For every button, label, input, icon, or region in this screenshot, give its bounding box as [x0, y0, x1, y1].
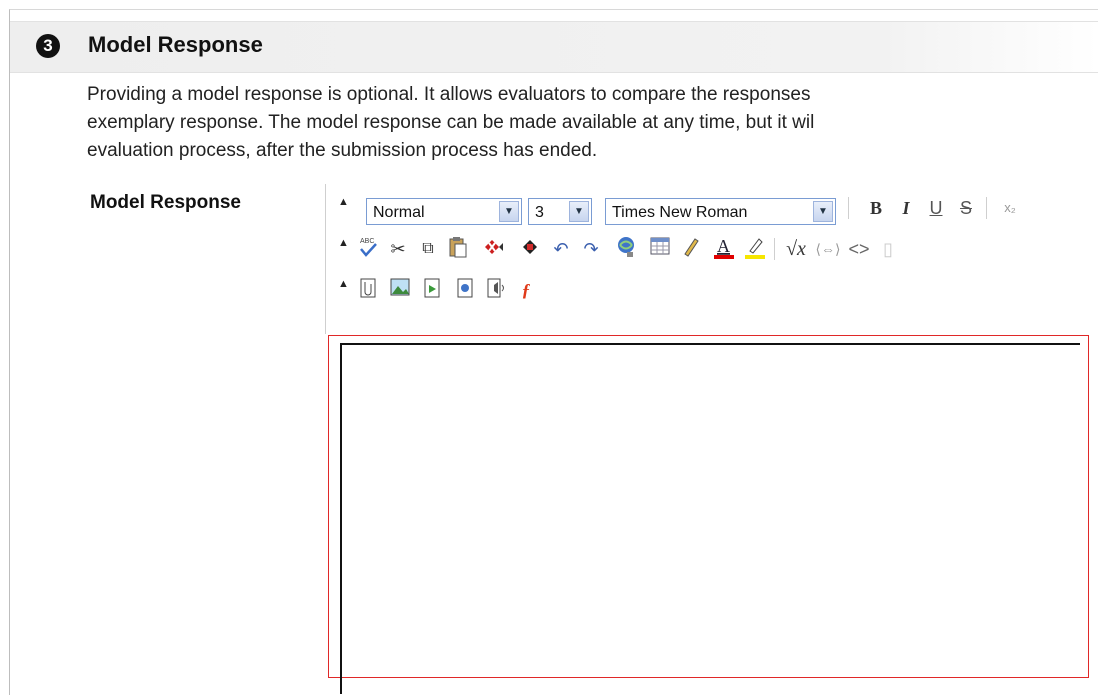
html-icon[interactable]: <>: [845, 235, 873, 263]
special-char-icon[interactable]: [516, 235, 544, 263]
attach-file-icon[interactable]: [354, 276, 382, 304]
document-icon[interactable]: ▯: [874, 235, 902, 263]
svg-text:A: A: [717, 236, 730, 256]
font-size-select[interactable]: 3 ▼: [528, 198, 592, 225]
collapse-row2-icon[interactable]: ▲: [338, 237, 349, 249]
image-icon[interactable]: [386, 276, 414, 304]
section-header: 3 Model Response: [10, 21, 1098, 73]
spellcheck-icon[interactable]: ABC: [354, 235, 382, 263]
link-icon[interactable]: [613, 235, 641, 263]
collapse-row1-icon[interactable]: ▲: [338, 196, 349, 208]
editor-toolbar: ▲ Normal ▼ 3 ▼ Times New Roman ▼ B I U S…: [325, 184, 1098, 334]
italic-button[interactable]: I: [892, 194, 920, 222]
toolbar-row-3: ▲ ƒ: [326, 271, 1098, 307]
math-icon[interactable]: √x: [782, 235, 810, 263]
toolbar-row-1: ▲ Normal ▼ 3 ▼ Times New Roman ▼ B I U S…: [326, 189, 1098, 225]
undo-icon[interactable]: ↶: [547, 235, 575, 263]
toolbar-separator: [848, 197, 849, 219]
strikethrough-button[interactable]: S: [952, 194, 980, 222]
underline-button[interactable]: U: [922, 194, 950, 222]
media-icon[interactable]: [418, 276, 446, 304]
audio-icon[interactable]: [483, 276, 511, 304]
redo-icon[interactable]: ↷: [577, 235, 605, 263]
toolbar-separator: [774, 238, 775, 260]
chevron-down-icon: ▼: [569, 201, 589, 222]
cut-icon[interactable]: ✂: [384, 235, 412, 263]
embed-icon[interactable]: ⟨⇔⟩: [814, 235, 842, 263]
table-icon[interactable]: [646, 235, 674, 263]
bold-button[interactable]: B: [862, 194, 890, 222]
editor-content-area[interactable]: [340, 343, 1080, 694]
step-number-badge: 3: [36, 34, 60, 58]
pencil-icon[interactable]: [677, 235, 705, 263]
document-icon[interactable]: [451, 276, 479, 304]
font-family-select[interactable]: Times New Roman ▼: [605, 198, 836, 225]
font-color-icon[interactable]: A: [710, 235, 738, 263]
text-fade-overlay: [930, 75, 1098, 175]
format-select[interactable]: Normal ▼: [366, 198, 522, 225]
subscript-button[interactable]: x₂: [996, 194, 1024, 222]
delete-icon[interactable]: [479, 235, 507, 263]
collapse-row3-icon[interactable]: ▲: [338, 278, 349, 290]
highlight-icon[interactable]: [741, 235, 769, 263]
model-response-editor[interactable]: [328, 335, 1089, 694]
chevron-down-icon: ▼: [813, 201, 833, 222]
model-response-label: Model Response: [90, 192, 241, 213]
chevron-down-icon: ▼: [499, 201, 519, 222]
toolbar-row-2: ▲ ABC ✂ ⧉ ↶ ↷ A √x ⟨⇔⟩ <> ▯: [326, 230, 1098, 266]
toolbar-separator: [986, 197, 987, 219]
paste-icon[interactable]: [444, 235, 472, 263]
svg-text:ABC: ABC: [360, 238, 374, 245]
flash-icon[interactable]: ƒ: [512, 276, 540, 304]
section-title: Model Response: [88, 32, 263, 57]
copy-icon[interactable]: ⧉: [414, 235, 442, 263]
